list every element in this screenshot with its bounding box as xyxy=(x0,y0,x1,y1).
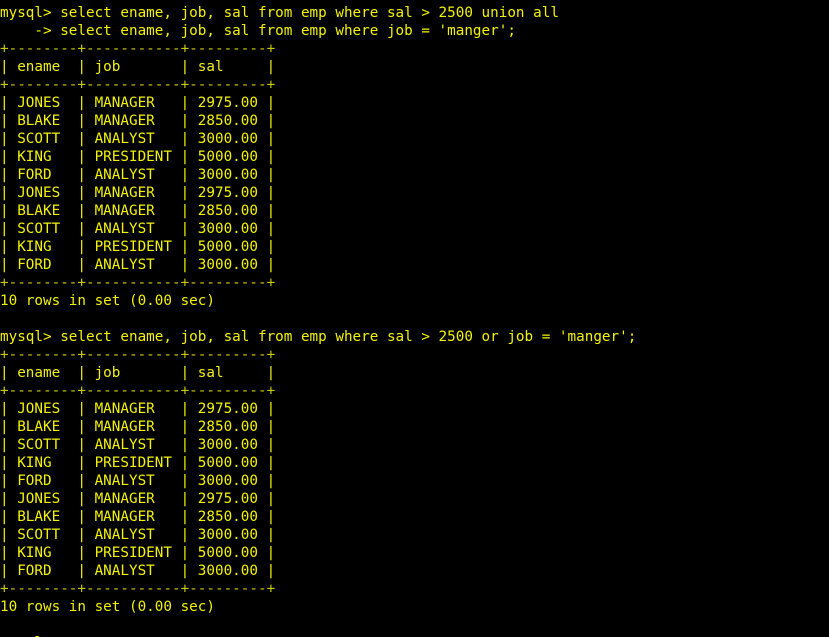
table-2-header: | ename | job | sal | xyxy=(0,365,276,381)
table-1-row-10: | FORD | ANALYST | 3000.00 | xyxy=(0,257,276,273)
table-2-row-9: | KING | PRESIDENT | 5000.00 | xyxy=(0,545,276,561)
table-2-row-2: | BLAKE | MANAGER | 2850.00 | xyxy=(0,419,276,435)
table-1-row-7: | BLAKE | MANAGER | 2850.00 | xyxy=(0,203,276,219)
table-2-header-rule: +--------+-----------+---------+ xyxy=(0,383,276,399)
table-1-status: 10 rows in set (0.00 sec) xyxy=(0,293,215,309)
table-1-row-1: | JONES | MANAGER | 2975.00 | xyxy=(0,95,276,111)
table-2-row-1: | JONES | MANAGER | 2975.00 | xyxy=(0,401,276,417)
table-1-row-9: | KING | PRESIDENT | 5000.00 | xyxy=(0,239,276,255)
table-2-row-10: | FORD | ANALYST | 3000.00 | xyxy=(0,563,276,579)
query-1-line-2: -> select ename, job, sal from emp where… xyxy=(0,23,516,39)
table-1-header-rule: +--------+-----------+---------+ xyxy=(0,77,276,93)
table-2-row-3: | SCOTT | ANALYST | 3000.00 | xyxy=(0,437,276,453)
query-1-line-1: mysql> select ename, job, sal from emp w… xyxy=(0,5,559,21)
table-1-row-3: | SCOTT | ANALYST | 3000.00 | xyxy=(0,131,276,147)
terminal-window[interactable]: mysql> select ename, job, sal from emp w… xyxy=(0,0,829,637)
table-1-row-6: | JONES | MANAGER | 2975.00 | xyxy=(0,185,276,201)
table-1-top-rule: +--------+-----------+---------+ xyxy=(0,41,276,57)
table-1-row-8: | SCOTT | ANALYST | 3000.00 | xyxy=(0,221,276,237)
table-2-top-rule: +--------+-----------+---------+ xyxy=(0,347,276,363)
table-2-row-4: | KING | PRESIDENT | 5000.00 | xyxy=(0,455,276,471)
table-1-row-5: | FORD | ANALYST | 3000.00 | xyxy=(0,167,276,183)
terminal-screen[interactable]: mysql> select ename, job, sal from emp w… xyxy=(0,4,829,637)
table-1-row-2: | BLAKE | MANAGER | 2850.00 | xyxy=(0,113,276,129)
table-1-row-4: | KING | PRESIDENT | 5000.00 | xyxy=(0,149,276,165)
table-2-status: 10 rows in set (0.00 sec) xyxy=(0,599,215,615)
table-2-row-7: | BLAKE | MANAGER | 2850.00 | xyxy=(0,509,276,525)
table-2-row-5: | FORD | ANALYST | 3000.00 | xyxy=(0,473,276,489)
table-2-row-6: | JONES | MANAGER | 2975.00 | xyxy=(0,491,276,507)
query-2-line-1: mysql> select ename, job, sal from emp w… xyxy=(0,329,637,345)
table-1-bottom-rule: +--------+-----------+---------+ xyxy=(0,275,276,291)
table-1-header: | ename | job | sal | xyxy=(0,59,276,75)
table-2-row-8: | SCOTT | ANALYST | 3000.00 | xyxy=(0,527,276,543)
table-2-bottom-rule: +--------+-----------+---------+ xyxy=(0,581,276,597)
